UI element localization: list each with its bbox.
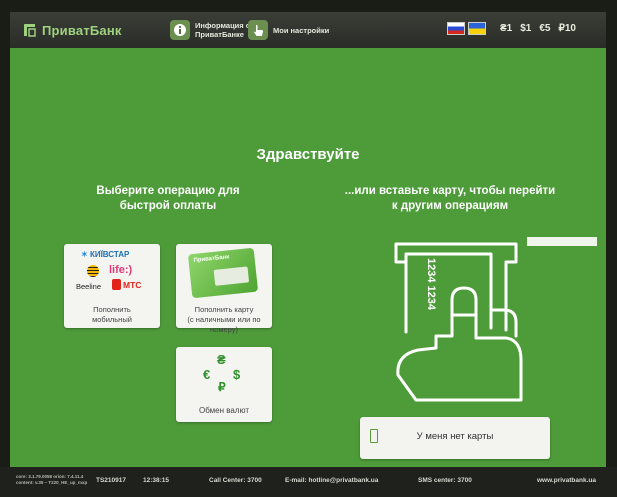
mts-egg-icon (112, 279, 121, 290)
mts-logo: МТС (112, 279, 141, 290)
privatbank-logo-icon (24, 24, 36, 37)
currency-exchange-tile[interactable]: ₴ € $ ₽ Обмен валют (176, 347, 272, 422)
settings-button[interactable]: Мои настройки (248, 17, 329, 43)
greeting-title: Здравствуйте (256, 146, 360, 163)
atm-screen: ПриватБанк Информация о ПриватБанке Мои … (10, 12, 606, 485)
terminal-id: TS210917 (96, 477, 126, 484)
denomination-uah: ₴1 (500, 23, 513, 34)
call-center: Call Center: 3700 (209, 477, 262, 484)
bottom-status-bar: core: 3.1.79.0058 orion: 7.4.11.4 conten… (0, 467, 617, 497)
privatbank-logo: ПриватБанк (22, 21, 122, 39)
beeline-logo-icon (87, 265, 99, 277)
logo-text: ПриватБанк (42, 22, 122, 38)
currency-exchange-icon: ₴ € $ ₽ (203, 352, 241, 394)
no-card-button[interactable]: У меня нет карты (360, 417, 550, 459)
sms-center: SMS center: 3700 (418, 477, 472, 484)
russian-flag-icon[interactable] (447, 22, 465, 35)
ukrainian-flag-icon[interactable] (468, 22, 486, 35)
info-button-label: Информация о ПриватБанке (195, 21, 250, 39)
insert-card-title: ...или вставьте карту, чтобы перейти к д… (344, 185, 556, 212)
privatbank-card-icon: ПриватБанк (187, 247, 259, 299)
beeline-logo: Beeline (76, 282, 102, 291)
mobile-topup-tile[interactable]: ✶ КИЇВСТАР life:) Beeline МТС Пополнить … (64, 244, 160, 328)
kyivstar-logo: ✶ КИЇВСТАР (81, 250, 130, 259)
denomination-usd: $1 (520, 23, 532, 34)
card-topup-caption: Пополнить карту (с наличными или по номе… (187, 305, 261, 334)
insert-card-illustration: 1234 1234 (394, 242, 523, 402)
life-logo: life:) (109, 264, 133, 276)
svg-text:$: $ (233, 367, 241, 382)
support-email: E-mail: hotline@privatbank.ua (285, 477, 379, 484)
no-card-button-label: У меня нет карты (416, 431, 494, 442)
language-selector (447, 22, 486, 35)
hand-pointer-icon (248, 20, 268, 40)
denomination-rub: ₽10 (558, 23, 576, 34)
version-info: core: 3.1.79.0058 orion: 7.4.11.4 conten… (16, 474, 88, 485)
card-topup-tile[interactable]: ПриватБанк Пополнить карту (с наличными … (176, 244, 272, 334)
clock: 12:38:15 (143, 477, 170, 484)
denomination-eur: €5 (539, 23, 551, 34)
svg-text:₴: ₴ (217, 352, 226, 367)
settings-button-label: Мои настройки (273, 25, 330, 35)
website: www.privatbank.ua (537, 477, 596, 484)
card-number: 1234 1234 (425, 258, 437, 311)
info-button[interactable]: Информация о ПриватБанке (170, 17, 250, 43)
svg-text:₽: ₽ (218, 380, 226, 394)
accepted-denominations: ₴1 $1 €5 ₽10 (500, 23, 576, 34)
info-icon (170, 20, 190, 40)
mobile-topup-caption: Пополнить мобильный (92, 305, 132, 324)
svg-text:€: € (203, 367, 210, 382)
currency-exchange-caption: Обмен валют (199, 406, 249, 415)
top-bar: ПриватБанк Информация о ПриватБанке Мои … (10, 12, 606, 48)
quick-payment-title: Выберите операцию для быстрой оплаты (96, 185, 240, 212)
